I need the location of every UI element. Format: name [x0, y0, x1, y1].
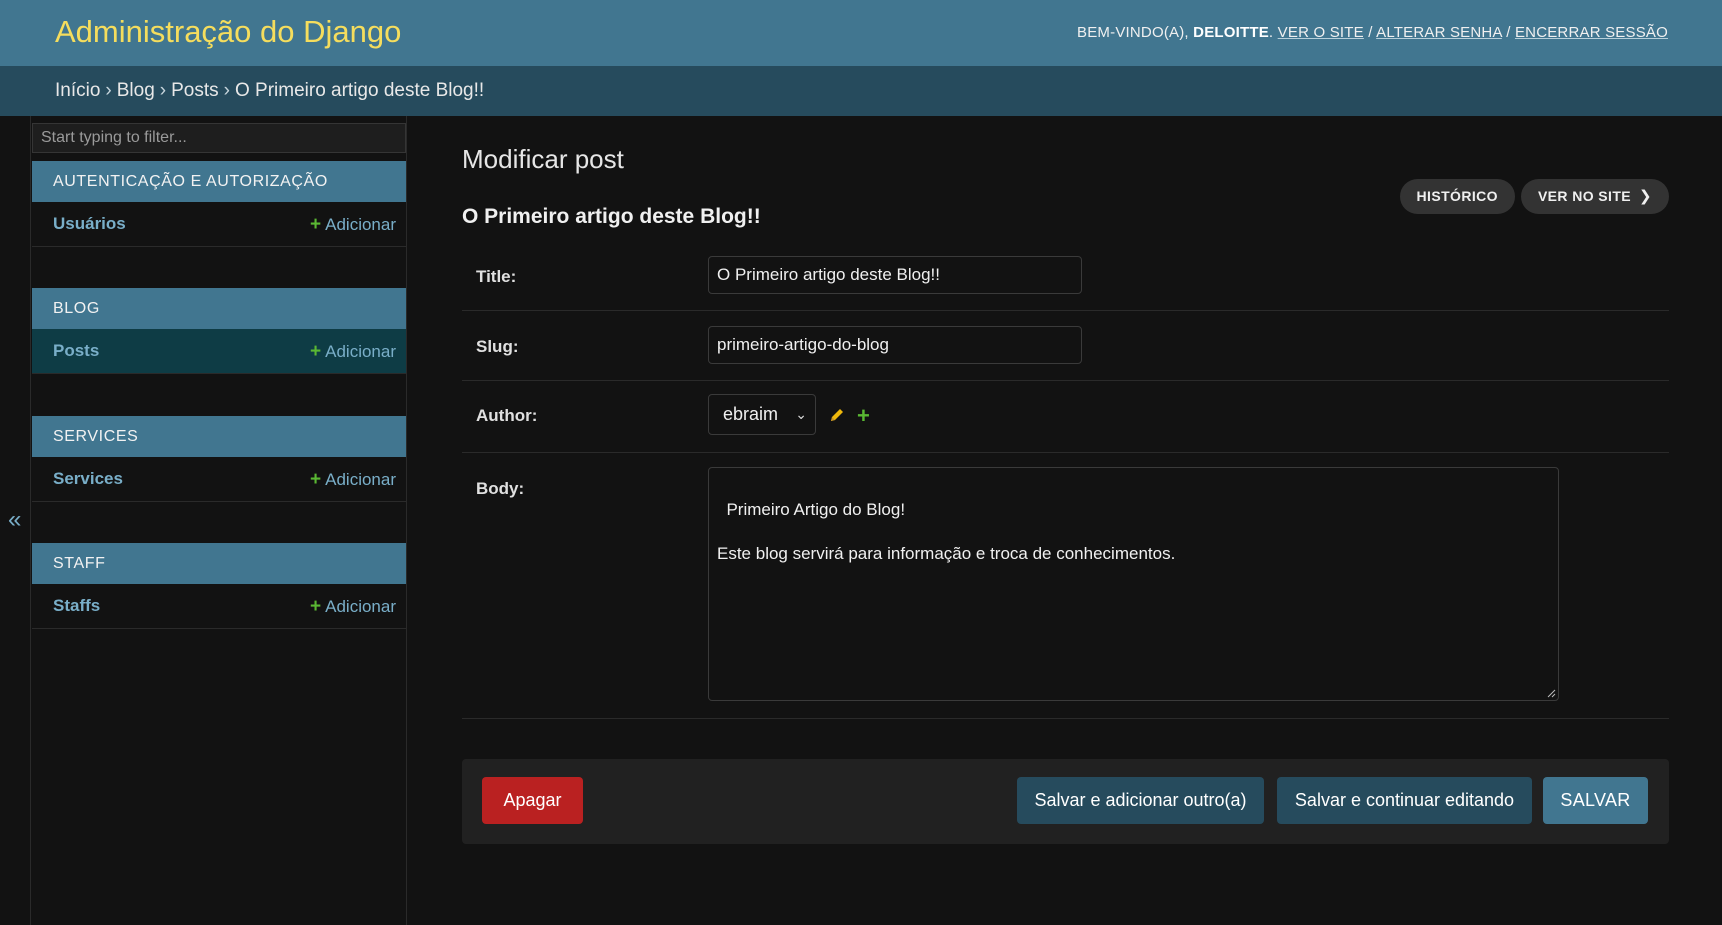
add-usuarios-link[interactable]: + Adicionar: [310, 214, 396, 236]
save-and-continue-button[interactable]: Salvar e continuar editando: [1277, 777, 1532, 824]
page-title: Modificar post: [462, 144, 624, 174]
sidebar-item-usuarios: Usuários + Adicionar: [32, 202, 406, 247]
add-posts-link[interactable]: + Adicionar: [310, 341, 396, 363]
slug-label: Slug:: [476, 337, 519, 356]
breadcrumb-home[interactable]: Início: [55, 80, 100, 101]
body-text: Primeiro Artigo do Blog! Este blog servi…: [717, 500, 1176, 563]
body-label: Body:: [476, 479, 525, 498]
breadcrumb-posts[interactable]: Posts: [171, 80, 219, 101]
sidebar-item-services: Services + Adicionar: [32, 457, 406, 502]
form-row-author: Author:: [462, 381, 1669, 453]
change-password-link[interactable]: ALTERAR SENHA: [1376, 24, 1502, 41]
history-button[interactable]: HISTÓRICO: [1399, 179, 1515, 214]
form-row-slug: Slug: primeiro-artigo-do-blog: [462, 311, 1669, 381]
site-header: Administração do Django BEM-VINDO(A), DE…: [0, 0, 1722, 66]
add-author-icon[interactable]: +: [857, 403, 870, 429]
object-subtitle: O Primeiro artigo deste Blog!!: [462, 205, 761, 228]
divider: [462, 718, 1669, 719]
nav-sidebar-toggle[interactable]: «: [0, 116, 31, 925]
add-label: Adicionar: [325, 215, 396, 234]
pencil-icon[interactable]: [829, 407, 845, 423]
form-row-title: Title: O Primeiro artigo deste Blog!!: [462, 241, 1669, 311]
resize-grip-icon[interactable]: [1547, 689, 1556, 698]
breadcrumb-separator: ›: [105, 80, 112, 101]
submit-row: Apagar Salvar e adicionar outro(a) Salva…: [462, 759, 1669, 844]
user-tools: BEM-VINDO(A), DELOITTE. VER O SITE / ALT…: [1077, 24, 1668, 41]
breadcrumb-current: O Primeiro artigo deste Blog!!: [234, 80, 485, 101]
breadcrumb-separator: ›: [223, 80, 230, 101]
module-caption-blog[interactable]: BLOG: [32, 288, 406, 329]
author-label: Author:: [476, 406, 538, 425]
plus-icon: +: [310, 214, 322, 235]
slug-field[interactable]: primeiro-artigo-do-blog: [708, 326, 1082, 364]
sidebar-item-posts: Posts + Adicionar: [32, 329, 406, 374]
model-link-posts[interactable]: Posts: [53, 341, 99, 361]
view-on-site-button[interactable]: VER NO SITE ❯: [1520, 179, 1669, 214]
model-link-usuarios[interactable]: Usuários: [53, 214, 126, 234]
module-caption-staff[interactable]: STAFF: [32, 543, 406, 584]
double-chevron-left-icon[interactable]: «: [8, 506, 21, 534]
user-name: DELOITTE: [1193, 24, 1269, 41]
link-separator: /: [1363, 24, 1377, 41]
plus-icon: +: [310, 469, 322, 490]
author-select-box[interactable]: ebraim ⌄: [708, 394, 816, 435]
module-caption-services[interactable]: SERVICES: [32, 416, 406, 457]
object-tools: HISTÓRICO VER NO SITE ❯: [1394, 179, 1669, 214]
add-label: Adicionar: [325, 342, 396, 361]
chevron-down-icon: ⌄: [795, 406, 807, 422]
welcome-suffix: .: [1268, 24, 1278, 41]
module-auth: AUTENTICAÇÃO E AUTORIZAÇÃO Usuários + Adi…: [32, 161, 406, 247]
nav-sidebar: Start typing to filter... AUTENTICAÇÃO E…: [31, 116, 407, 925]
add-label: Adicionar: [325, 470, 396, 489]
add-services-link[interactable]: + Adicionar: [310, 469, 396, 491]
breadcrumb: Início › Blog › Posts › O Primeiro artigo dest…: [0, 66, 1722, 116]
logout-link[interactable]: ENCERRAR SESSÃO: [1515, 24, 1668, 41]
model-link-services[interactable]: Services: [53, 469, 123, 489]
module-blog: BLOG Posts + Adicionar: [32, 288, 406, 374]
save-and-add-another-button[interactable]: Salvar e adicionar outro(a): [1017, 777, 1264, 824]
view-on-site-label: VER NO SITE: [1537, 188, 1632, 204]
title-field[interactable]: O Primeiro artigo deste Blog!!: [708, 256, 1082, 294]
model-link-staffs[interactable]: Staffs: [53, 596, 100, 616]
sidebar-item-staffs: Staffs + Adicionar: [32, 584, 406, 629]
save-button[interactable]: SALVAR: [1543, 777, 1648, 824]
nav-filter-input[interactable]: Start typing to filter...: [32, 123, 406, 153]
breadcrumb-blog[interactable]: Blog: [117, 80, 155, 101]
add-staffs-link[interactable]: + Adicionar: [310, 596, 396, 618]
breadcrumb-separator: ›: [159, 80, 167, 101]
module-caption-auth[interactable]: AUTENTICAÇÃO E AUTORIZAÇÃO: [32, 161, 406, 202]
module-services: SERVICES Services + Adicionar: [32, 416, 406, 502]
chevron-right-icon: ❯: [1639, 188, 1652, 205]
module-staff: STAFF Staffs + Adicionar: [32, 543, 406, 629]
site-brand[interactable]: Administração do Django: [55, 14, 401, 50]
delete-button[interactable]: Apagar: [482, 777, 583, 824]
welcome-text: BEM-VINDO(A),: [1077, 24, 1194, 41]
body-textarea-box[interactable]: Primeiro Artigo do Blog! Este blog servi…: [708, 467, 1559, 701]
link-separator: /: [1501, 24, 1515, 41]
author-selected-value: ebraim: [723, 404, 779, 424]
plus-icon: +: [310, 341, 322, 362]
plus-icon: +: [310, 596, 322, 617]
title-label: Title:: [476, 267, 517, 286]
view-site-link[interactable]: VER O SITE: [1278, 24, 1364, 41]
add-label: Adicionar: [325, 597, 396, 616]
